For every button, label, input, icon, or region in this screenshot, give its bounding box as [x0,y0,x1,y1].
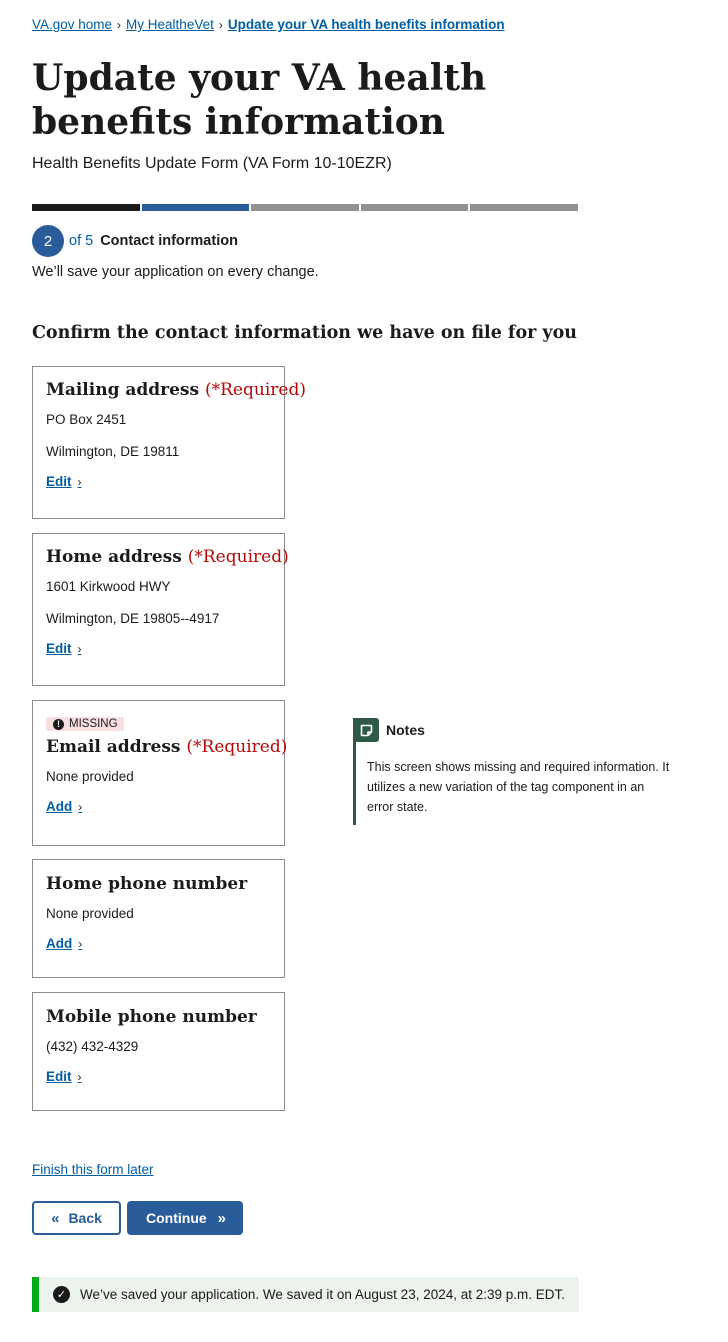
card-title-text: Mobile phone number [46,1007,257,1027]
segmented-progress-bar [32,204,578,211]
save-status-alert: ✓ We’ve saved your application. We saved… [32,1277,579,1312]
notes-body: This screen shows missing and required i… [367,760,670,814]
tag-row: ! MISSING [46,714,271,732]
address-line-2: Wilmington, DE 19805--4917 [46,611,220,626]
breadcrumb-link-my-healthevet[interactable]: My HealtheVet [126,17,214,32]
note-icon [353,718,379,742]
add-home-phone-link[interactable]: Add › [46,936,82,951]
email-address-card: ! MISSING Email address (*Required) None… [32,700,287,846]
link-label: Edit [46,1069,72,1084]
chevron-right-icon: › [78,799,83,814]
check-circle-icon: ✓ [53,1286,70,1303]
progress-segment-2 [141,204,250,211]
step-indicator: 2 of 5 Contact information [32,225,238,257]
back-button[interactable]: « Back [32,1201,121,1235]
chevron-right-icon: › [77,1069,82,1084]
required-marker: (*Required) [187,547,289,567]
link-label: Edit [46,474,72,489]
address-line-1: PO Box 2451 [46,412,127,427]
breadcrumb-current-page[interactable]: Update your VA health benefits informati… [228,17,505,32]
double-chevron-left-icon: « [51,1209,59,1227]
double-chevron-right-icon: » [217,1209,226,1227]
step-label: Contact information [100,233,238,249]
card-value: None provided [46,769,134,784]
breadcrumb-link-va-home[interactable]: VA.gov home [32,17,112,32]
home-address-card: Home address (*Required) 1601 Kirkwood H… [32,533,289,686]
link-label: Add [46,936,73,951]
notes-title: Notes [386,722,425,738]
card-title-text: Home phone number [46,874,248,894]
progress-segment-3 [251,204,359,211]
section-heading: Confirm the contact information we have … [32,323,577,343]
progress-segment-5 [470,204,578,211]
card-title: Mobile phone number [46,1007,271,1027]
card-title: Home address (*Required) [46,547,289,567]
card-title: Mailing address (*Required) [46,380,306,400]
edit-mailing-address-link[interactable]: Edit › [46,474,82,489]
save-note: We’ll save your application on every cha… [32,264,319,280]
chevron-right-icon: › [77,474,82,489]
notes-header: Notes [353,718,425,742]
add-email-link[interactable]: Add › [46,799,82,814]
mailing-address-card: Mailing address (*Required) PO Box 2451 … [32,366,306,519]
address-line-1: 1601 Kirkwood HWY [46,579,171,594]
exclamation-circle-icon: ! [53,718,64,730]
address-line-2: Wilmington, DE 19811 [46,444,180,459]
chevron-right-icon: › [78,936,83,951]
edit-home-address-link[interactable]: Edit › [46,641,82,656]
tag-label: MISSING [69,718,118,730]
card-title-text: Email address [46,737,181,757]
continue-button[interactable]: Continue » [127,1201,243,1235]
progress-segment-1 [32,204,140,211]
back-button-label: Back [68,1210,102,1226]
step-number-circle: 2 [32,225,64,257]
card-title: Email address (*Required) [46,737,287,757]
card-value: None provided [46,906,134,921]
missing-tag: ! MISSING [46,717,124,731]
page-title: Update your VA health benefits informati… [32,57,487,143]
required-marker: (*Required) [186,737,288,757]
card-title-text: Home address [46,547,182,567]
link-label: Edit [46,641,72,656]
save-status-text: We’ve saved your application. We saved i… [80,1287,566,1302]
notes-panel: Notes This screen shows missing and requ… [353,718,673,825]
card-title-text: Mailing address [46,380,200,400]
progress-segment-4 [360,204,469,211]
continue-button-label: Continue [146,1210,207,1226]
mobile-phone-card: Mobile phone number (432) 432-4329 Edit › [32,992,285,1111]
chevron-right-icon: › [117,17,122,32]
breadcrumb: VA.gov home › My HealtheVet › Update you… [32,17,505,32]
chevron-right-icon: › [218,17,223,32]
step-of-total: of 5 [69,233,94,249]
page-subtitle: Health Benefits Update Form (VA Form 10-… [32,155,392,172]
card-title: Home phone number [46,874,271,894]
link-label: Add [46,799,73,814]
chevron-right-icon: › [77,641,82,656]
finish-later-link[interactable]: Finish this form later [32,1162,154,1177]
card-value: (432) 432-4329 [46,1039,139,1054]
required-marker: (*Required) [205,380,306,400]
edit-mobile-phone-link[interactable]: Edit › [46,1069,82,1084]
home-phone-card: Home phone number None provided Add › [32,859,285,978]
